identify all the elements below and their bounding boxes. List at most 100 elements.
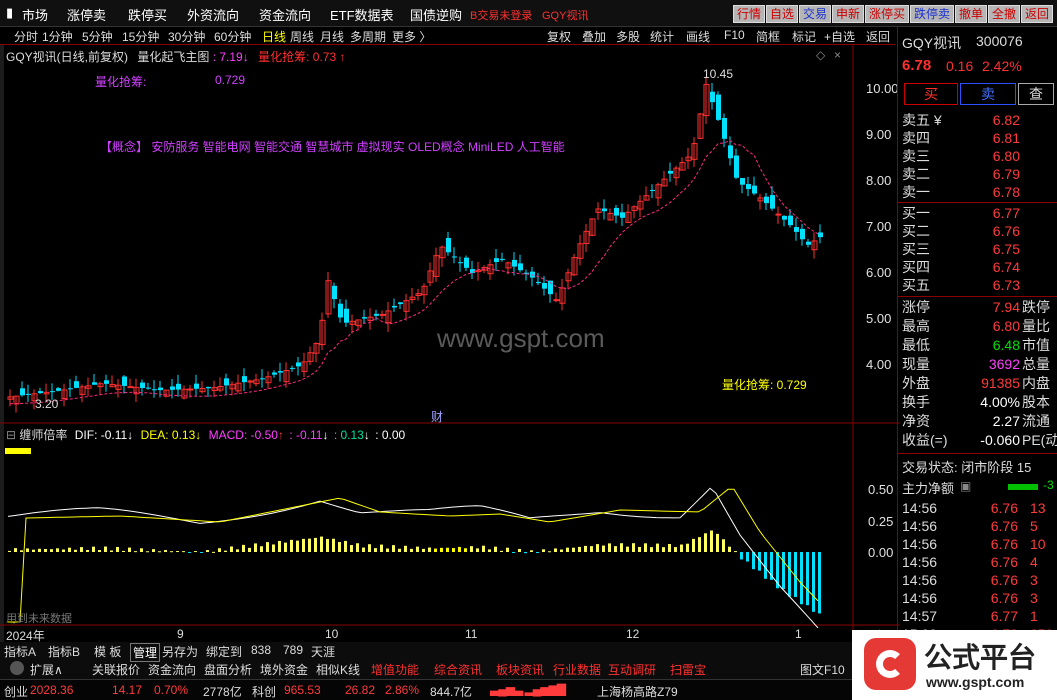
bid-row-2[interactable]: 买三 6.75 bbox=[902, 240, 1020, 258]
menu-capital-flow[interactable]: 资金流向 bbox=[259, 5, 311, 24]
btn-back[interactable]: 返回 bbox=[1021, 5, 1054, 23]
function-tab-5[interactable]: 相似K线 bbox=[316, 661, 360, 678]
btn-quote[interactable]: 行情 bbox=[733, 5, 766, 23]
buy-button[interactable]: 买 bbox=[904, 83, 958, 105]
period-30min[interactable]: 30分钟 bbox=[168, 28, 205, 45]
period-1min[interactable]: 1分钟 bbox=[42, 28, 73, 45]
btn-limit-down-sell[interactable]: 跌停卖 bbox=[910, 5, 955, 23]
function-tab-0[interactable]: 扩展∧ bbox=[30, 661, 63, 678]
finance-mark[interactable]: 财 bbox=[431, 408, 443, 425]
btn-cancel-order[interactable]: 撤单 bbox=[955, 5, 988, 23]
btn-limit-up-buy[interactable]: 涨停买 bbox=[865, 5, 910, 23]
macd-bar-20 bbox=[128, 547, 131, 552]
period-monthly[interactable]: 月线 bbox=[320, 28, 344, 45]
period-daily[interactable]: 日线 bbox=[262, 28, 286, 45]
macd-bar-86 bbox=[524, 552, 527, 554]
tool-draw[interactable]: 画线 bbox=[686, 28, 710, 45]
indicator-tab-7[interactable]: 789 bbox=[283, 643, 303, 657]
tool-multi-stock[interactable]: 多股 bbox=[616, 28, 640, 45]
indicator-tab-0[interactable]: 指标A bbox=[4, 643, 36, 660]
tick-volume: 4 bbox=[1030, 554, 1038, 570]
macd-bar-133 bbox=[806, 552, 809, 606]
btn-cancel-all[interactable]: 全撤 bbox=[988, 5, 1021, 23]
query-button[interactable]: 查 bbox=[1018, 83, 1054, 105]
diamond-icon[interactable]: ◇ bbox=[816, 48, 825, 62]
indicator-tab-4[interactable]: 另存为 bbox=[162, 643, 198, 660]
indicator-tab-3[interactable]: 管理 bbox=[130, 643, 161, 662]
period-weekly[interactable]: 周线 bbox=[290, 28, 314, 45]
macd-bar-25 bbox=[158, 551, 161, 553]
bid-row-4[interactable]: 买五 6.73 bbox=[902, 276, 1020, 294]
bid-row-3[interactable]: 买四 6.74 bbox=[902, 258, 1020, 276]
period-5min[interactable]: 5分钟 bbox=[82, 28, 113, 45]
function-tab-11[interactable]: 扫雷宝 bbox=[670, 661, 706, 678]
indicator-tab-1[interactable]: 指标B bbox=[48, 643, 80, 660]
btn-ipo[interactable]: 申新 bbox=[832, 5, 865, 23]
indicator-tab-5[interactable]: 绑定到 bbox=[206, 643, 242, 660]
stock-tab[interactable]: GQY视讯 bbox=[542, 7, 588, 23]
function-tab-7[interactable]: 综合资讯 bbox=[434, 661, 482, 678]
indicator-tab-2[interactable]: 模 板 bbox=[94, 643, 121, 660]
tool-overlay[interactable]: 叠加 bbox=[582, 28, 606, 45]
function-tab-4[interactable]: 境外资金 bbox=[260, 661, 308, 678]
stat-label-2: 流通 bbox=[1022, 413, 1050, 429]
menu-repo[interactable]: 国债逆购 bbox=[410, 5, 462, 24]
toggle-icon[interactable] bbox=[10, 661, 24, 675]
ma-line bbox=[9, 140, 821, 405]
macd-bar-94 bbox=[572, 547, 575, 552]
kline-chart-area[interactable]: GQY视讯(日线,前复权) 量化起飞主图 : 7.19↓ 量化抢筹: 0.73 … bbox=[0, 45, 900, 655]
period-intraday[interactable]: 分时 bbox=[14, 28, 38, 45]
dropdown-icon[interactable]: ▣ bbox=[960, 479, 971, 493]
tool-stats[interactable]: 统计 bbox=[650, 28, 674, 45]
macd-bar-114 bbox=[692, 538, 695, 552]
tool-add-watch[interactable]: +自选 bbox=[824, 28, 855, 45]
ask-label: 卖二 bbox=[902, 166, 930, 182]
menu-grip-icon[interactable]: ▮ bbox=[6, 5, 13, 21]
period-15min[interactable]: 15分钟 bbox=[122, 28, 159, 45]
ask-row-0[interactable]: 卖五 ¥ 6.82 bbox=[902, 111, 1020, 129]
function-tab-12[interactable]: 图文F10 bbox=[800, 661, 845, 678]
candle-body-81 bbox=[494, 258, 499, 262]
tool-mark[interactable]: 标记 bbox=[792, 28, 816, 45]
macd-bar-76 bbox=[464, 548, 467, 552]
menu-market[interactable]: 市场 bbox=[22, 5, 48, 24]
function-tab-6[interactable]: 增值功能 bbox=[371, 661, 419, 678]
menu-limit-up-sell[interactable]: 涨停卖 bbox=[67, 5, 106, 24]
period-60min[interactable]: 60分钟 bbox=[214, 28, 251, 45]
collapse-icon[interactable]: ⊟ bbox=[6, 428, 16, 442]
function-tab-10[interactable]: 互动调研 bbox=[608, 661, 656, 678]
bid-row-1[interactable]: 买二 6.76 bbox=[902, 222, 1020, 240]
indicator-tab-6[interactable]: 838 bbox=[251, 643, 271, 657]
login-status[interactable]: B交易未登录 bbox=[470, 7, 532, 23]
stat-value: 6.48 bbox=[992, 337, 1020, 353]
function-tab-3[interactable]: 盘面分析 bbox=[204, 661, 252, 678]
indicator-name[interactable]: 量化起飞主图 bbox=[137, 50, 209, 64]
period-more[interactable]: 更多 〉 bbox=[392, 28, 431, 45]
tool-simple-frame[interactable]: 简框 bbox=[756, 28, 780, 45]
sell-button[interactable]: 卖 bbox=[960, 83, 1016, 105]
tool-back[interactable]: 返回 bbox=[866, 28, 890, 45]
indicator-tab-8[interactable]: 天涯 bbox=[311, 643, 335, 660]
btn-trade[interactable]: 交易 bbox=[799, 5, 832, 23]
ask-row-1[interactable]: 卖四 6.81 bbox=[902, 129, 1020, 147]
ask-row-3[interactable]: 卖二 6.79 bbox=[902, 165, 1020, 183]
tool-adjust[interactable]: 复权 bbox=[547, 28, 571, 45]
function-tab-8[interactable]: 板块资讯 bbox=[496, 661, 544, 678]
function-tab-2[interactable]: 资金流向 bbox=[148, 661, 196, 678]
function-tab-1[interactable]: 关联报价 bbox=[92, 661, 140, 678]
ask-row-2[interactable]: 卖三 6.80 bbox=[902, 147, 1020, 165]
period-multi[interactable]: 多周期 bbox=[350, 28, 386, 45]
menu-etf-table[interactable]: ETF数据表 bbox=[330, 5, 394, 24]
menu-limit-down-buy[interactable]: 跌停买 bbox=[128, 5, 167, 24]
btn-watchlist[interactable]: 自选 bbox=[766, 5, 799, 23]
close-icon[interactable]: × bbox=[834, 48, 841, 62]
ask-row-4[interactable]: 卖一 6.78 bbox=[902, 183, 1020, 201]
macd-bar-65 bbox=[398, 548, 401, 552]
bid-row-0[interactable]: 买一 6.77 bbox=[902, 204, 1020, 222]
tool-f10[interactable]: F10 bbox=[724, 28, 745, 42]
macd-name[interactable]: 缠师倍率 bbox=[19, 428, 67, 442]
function-tab-9[interactable]: 行业数据 bbox=[553, 661, 601, 678]
tick-price: 6.76 bbox=[990, 554, 1018, 570]
menu-foreign-flow[interactable]: 外资流向 bbox=[187, 5, 239, 24]
macd-bar-83 bbox=[506, 547, 509, 552]
